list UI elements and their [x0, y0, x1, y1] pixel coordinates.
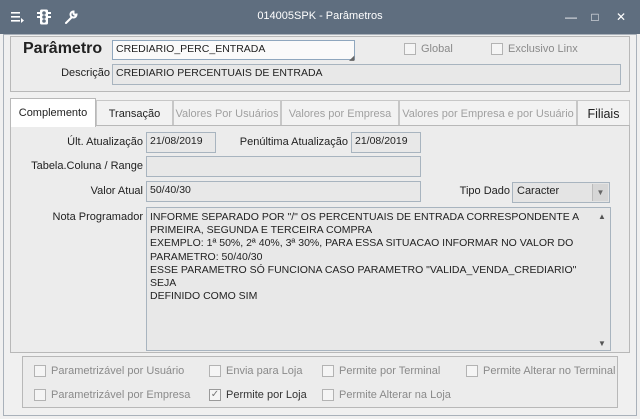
tab-complemento[interactable]: Complemento: [10, 98, 96, 127]
param-company-checkbox[interactable]: Parametrizável por Empresa: [34, 389, 190, 401]
data-type-select[interactable]: Caracter ▼: [512, 182, 610, 203]
last-update-label: Últ. Atualização: [67, 136, 143, 148]
close-button[interactable]: ✕: [610, 8, 632, 26]
table-column-label: Tabela.Coluna / Range: [31, 160, 143, 172]
exclusive-linx-checkbox[interactable]: Exclusivo Linx: [491, 43, 578, 55]
param-user-checkbox[interactable]: Parametrizável por Usuário: [34, 365, 184, 377]
note-label: Nota Programador: [52, 211, 144, 223]
last-update-field: 21/08/2019: [146, 132, 216, 153]
global-checkbox[interactable]: Global: [404, 43, 453, 55]
tab-transacao[interactable]: Transação: [96, 100, 173, 126]
allow-change-store-checkbox[interactable]: Permite Alterar na Loja: [322, 389, 451, 401]
parameter-input[interactable]: CREDIARIO_PERC_ENTRADA: [112, 40, 355, 60]
allow-change-terminal-checkbox[interactable]: Permite Alterar no Terminal: [466, 365, 615, 377]
title-bar: 014005SPK - Parâmetros — □ ✕: [0, 0, 640, 34]
tab-valores-por-usuarios[interactable]: Valores Por Usuários: [173, 100, 281, 126]
tab-filiais[interactable]: Filiais: [577, 100, 630, 126]
note-textarea[interactable]: INFORME SEPARADO POR "/" OS PERCENTUAIS …: [146, 207, 611, 351]
prev-update-field: 21/08/2019: [351, 132, 421, 153]
window-title: 014005SPK - Parâmetros: [257, 10, 383, 22]
scroll-up-icon[interactable]: ▲: [598, 212, 637, 221]
allow-store-checkbox[interactable]: ✓ Permite por Loja: [209, 389, 307, 401]
current-value-label: Valor Atual: [90, 185, 143, 197]
allow-terminal-checkbox[interactable]: Permite por Terminal: [322, 365, 440, 377]
scroll-down-icon[interactable]: ▼: [598, 339, 637, 348]
tab-valores-por-empresa-usuario[interactable]: Valores por Empresa e por Usuário: [399, 100, 577, 126]
lookup-icon[interactable]: ◢: [349, 54, 354, 62]
tab-valores-por-empresa[interactable]: Valores por Empresa: [281, 100, 399, 126]
table-column-field[interactable]: [146, 156, 421, 177]
current-value-field[interactable]: 50/40/30: [146, 181, 421, 202]
maximize-button[interactable]: □: [584, 8, 606, 26]
description-label: Descrição: [61, 67, 110, 79]
data-type-label: Tipo Dado: [459, 185, 510, 197]
minimize-button[interactable]: —: [560, 8, 582, 26]
chevron-down-icon[interactable]: ▼: [592, 184, 608, 201]
tab-bar: Complemento Transação Valores Por Usuári…: [10, 98, 630, 127]
parameter-label: Parâmetro: [23, 40, 103, 57]
prev-update-label: Penúltima Atualização: [239, 136, 348, 148]
check-icon: ✓: [209, 389, 221, 401]
description-input[interactable]: CREDIARIO PERCENTUAIS DE ENTRADA: [112, 64, 621, 85]
send-store-checkbox[interactable]: Envia para Loja: [209, 365, 302, 377]
